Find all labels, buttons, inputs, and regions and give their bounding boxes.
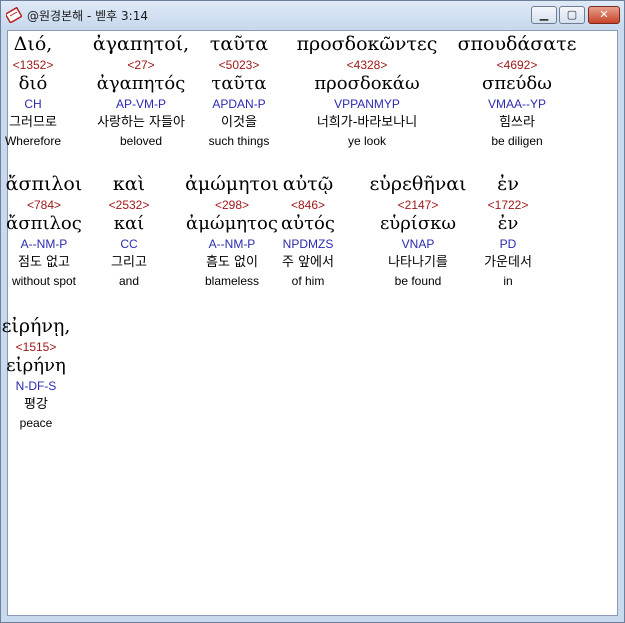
english-gloss: and xyxy=(118,274,140,288)
korean-gloss: 사랑하는 자들아 xyxy=(97,115,185,130)
korean-gloss: 이것을 xyxy=(221,115,257,130)
lemma-word: εἰρήνη xyxy=(6,355,66,376)
korean-gloss: 너희가-바라보나니 xyxy=(316,115,418,130)
english-gloss: Wherefore xyxy=(4,134,62,148)
close-icon: ✕ xyxy=(599,8,609,21)
strong-number: <27> xyxy=(127,58,155,72)
parsing-code: AP-VM-P xyxy=(115,97,166,111)
strong-number: <4328> xyxy=(346,58,388,72)
lemma-word: ἀγαπητός xyxy=(96,73,186,94)
lemma-word: ἐν xyxy=(497,213,519,234)
minimize-button[interactable]: ▁ xyxy=(531,6,557,24)
korean-gloss: 점도 없고 xyxy=(18,255,70,270)
greek-word: αὐτῷ xyxy=(282,173,334,195)
close-button[interactable]: ✕ xyxy=(588,6,620,24)
strong-number: <1722> xyxy=(487,198,529,212)
english-gloss: without spot xyxy=(11,274,77,288)
lemma-word: καί xyxy=(113,213,145,234)
parsing-code: N-DF-S xyxy=(15,379,57,393)
english-gloss: peace xyxy=(19,416,53,430)
parsing-code: VMAA--YP xyxy=(487,97,546,111)
korean-gloss: 나타나기를 xyxy=(388,255,448,270)
interlinear-word[interactable]: ἐν <1722> ἐν PD 가운데서 in xyxy=(468,172,548,292)
parsing-code: NPDMZS xyxy=(282,237,334,251)
english-gloss: of him xyxy=(291,274,325,288)
greek-word: ἀγαπητοί, xyxy=(92,33,190,55)
interlinear-word[interactable]: εἰρήνῃ, <1515> εἰρήνη N-DF-S 평강 peace xyxy=(0,314,76,434)
strong-number: <784> xyxy=(26,198,62,212)
parsing-code: APDAN-P xyxy=(212,97,266,111)
greek-word: ἐν xyxy=(497,173,519,195)
parsing-code: CC xyxy=(120,237,138,251)
app-window: @원경본해 - 벧후 3:14 ▁ ▢ ✕ Διό, <1352> διό CH 그러므… xyxy=(0,0,625,623)
english-gloss: in xyxy=(503,274,513,288)
interlinear-word[interactable]: ἀγαπητοί, <27> ἀγαπητός AP-VM-P 사랑하는 자들아 belo… xyxy=(86,32,196,152)
strong-number: <846> xyxy=(290,198,326,212)
interlinear-view[interactable]: Διό, <1352> διό CH 그러므로 Wherefore ἀγαπητοί, <27… xyxy=(2,30,618,616)
strong-number: <5023> xyxy=(218,58,260,72)
greek-word: εἰρήνῃ, xyxy=(1,315,71,337)
greek-word: Διό, xyxy=(13,33,53,55)
strong-number: <1515> xyxy=(15,340,57,354)
greek-word: εὑρεθῆναι xyxy=(369,173,467,195)
strong-number: <1352> xyxy=(12,58,54,72)
lemma-word: ταῦτα xyxy=(211,73,267,94)
lemma-word: ἄσπιλος xyxy=(6,213,82,234)
korean-gloss: 평강 xyxy=(24,397,48,412)
interlinear-word[interactable]: ἄσπιλοι <784> ἄσπιλος A--NM-P 점도 없고 without s… xyxy=(0,172,89,292)
greek-word: καὶ xyxy=(112,173,146,195)
greek-word: προσδοκῶντες xyxy=(296,33,438,55)
lemma-word: αὐτός xyxy=(281,213,335,234)
strong-number: <4692> xyxy=(496,58,538,72)
korean-gloss: 주 앞에서 xyxy=(282,255,334,270)
parsing-code: VNAP xyxy=(401,237,435,251)
greek-word: ταῦτα xyxy=(209,33,269,55)
english-gloss: beloved xyxy=(119,134,163,148)
maximize-icon: ▢ xyxy=(566,8,578,21)
parsing-code: A--NM-P xyxy=(20,237,68,251)
parsing-code: VPPANMYP xyxy=(334,97,400,111)
greek-word: ἄσπιλοι xyxy=(5,173,83,195)
korean-gloss: 힘쓰라 xyxy=(499,115,535,130)
strong-number: <2532> xyxy=(108,198,150,212)
parsing-code: CH xyxy=(24,97,42,111)
maximize-button[interactable]: ▢ xyxy=(559,6,585,24)
window-title: @원경본해 - 벧후 3:14 xyxy=(27,9,148,23)
interlinear-word[interactable]: Διό, <1352> διό CH 그러므로 Wherefore xyxy=(0,32,68,152)
interlinear-word[interactable]: εὑρεθῆναι <2147> εὑρίσκω VNAP 나타나기를 be found xyxy=(363,172,473,292)
interlinear-word[interactable]: αὐτῷ <846> αὐτός NPDMZS 주 앞에서 of him xyxy=(268,172,348,292)
interlinear-word[interactable]: σπουδάσατε <4692> σπεύδω VMAA--YP 힘쓰라 be dili… xyxy=(452,32,582,152)
parsing-code: PD xyxy=(499,237,517,251)
interlinear-word[interactable]: καὶ <2532> καί CC 그리고 and xyxy=(94,172,164,292)
strong-number: <2147> xyxy=(397,198,439,212)
korean-gloss: 그리고 xyxy=(111,255,147,270)
lemma-word: εὑρίσκω xyxy=(379,213,457,234)
korean-gloss: 가운데서 xyxy=(484,255,532,270)
minimize-icon: ▁ xyxy=(539,8,549,21)
bible-app-icon xyxy=(6,7,22,23)
lemma-word: σπεύδω xyxy=(482,73,552,94)
title-bar[interactable]: @원경본해 - 벧후 3:14 ▁ ▢ ✕ xyxy=(1,1,624,29)
lemma-word: διό xyxy=(18,73,48,94)
greek-word: σπουδάσατε xyxy=(457,33,577,55)
english-gloss: such things xyxy=(208,134,270,148)
korean-gloss: 그러므로 xyxy=(9,115,57,130)
english-gloss: be found xyxy=(394,274,442,288)
interlinear-word[interactable]: ταῦτα <5023> ταῦτα APDAN-P 이것을 such things xyxy=(194,32,284,152)
interlinear-word[interactable]: προσδοκῶντες <4328> προσδοκάω VPPANMYP 너희가-바… xyxy=(287,32,447,152)
english-gloss: be diligen xyxy=(491,134,543,148)
lemma-word: προσδοκάω xyxy=(314,73,420,94)
english-gloss: ye look xyxy=(347,134,387,148)
